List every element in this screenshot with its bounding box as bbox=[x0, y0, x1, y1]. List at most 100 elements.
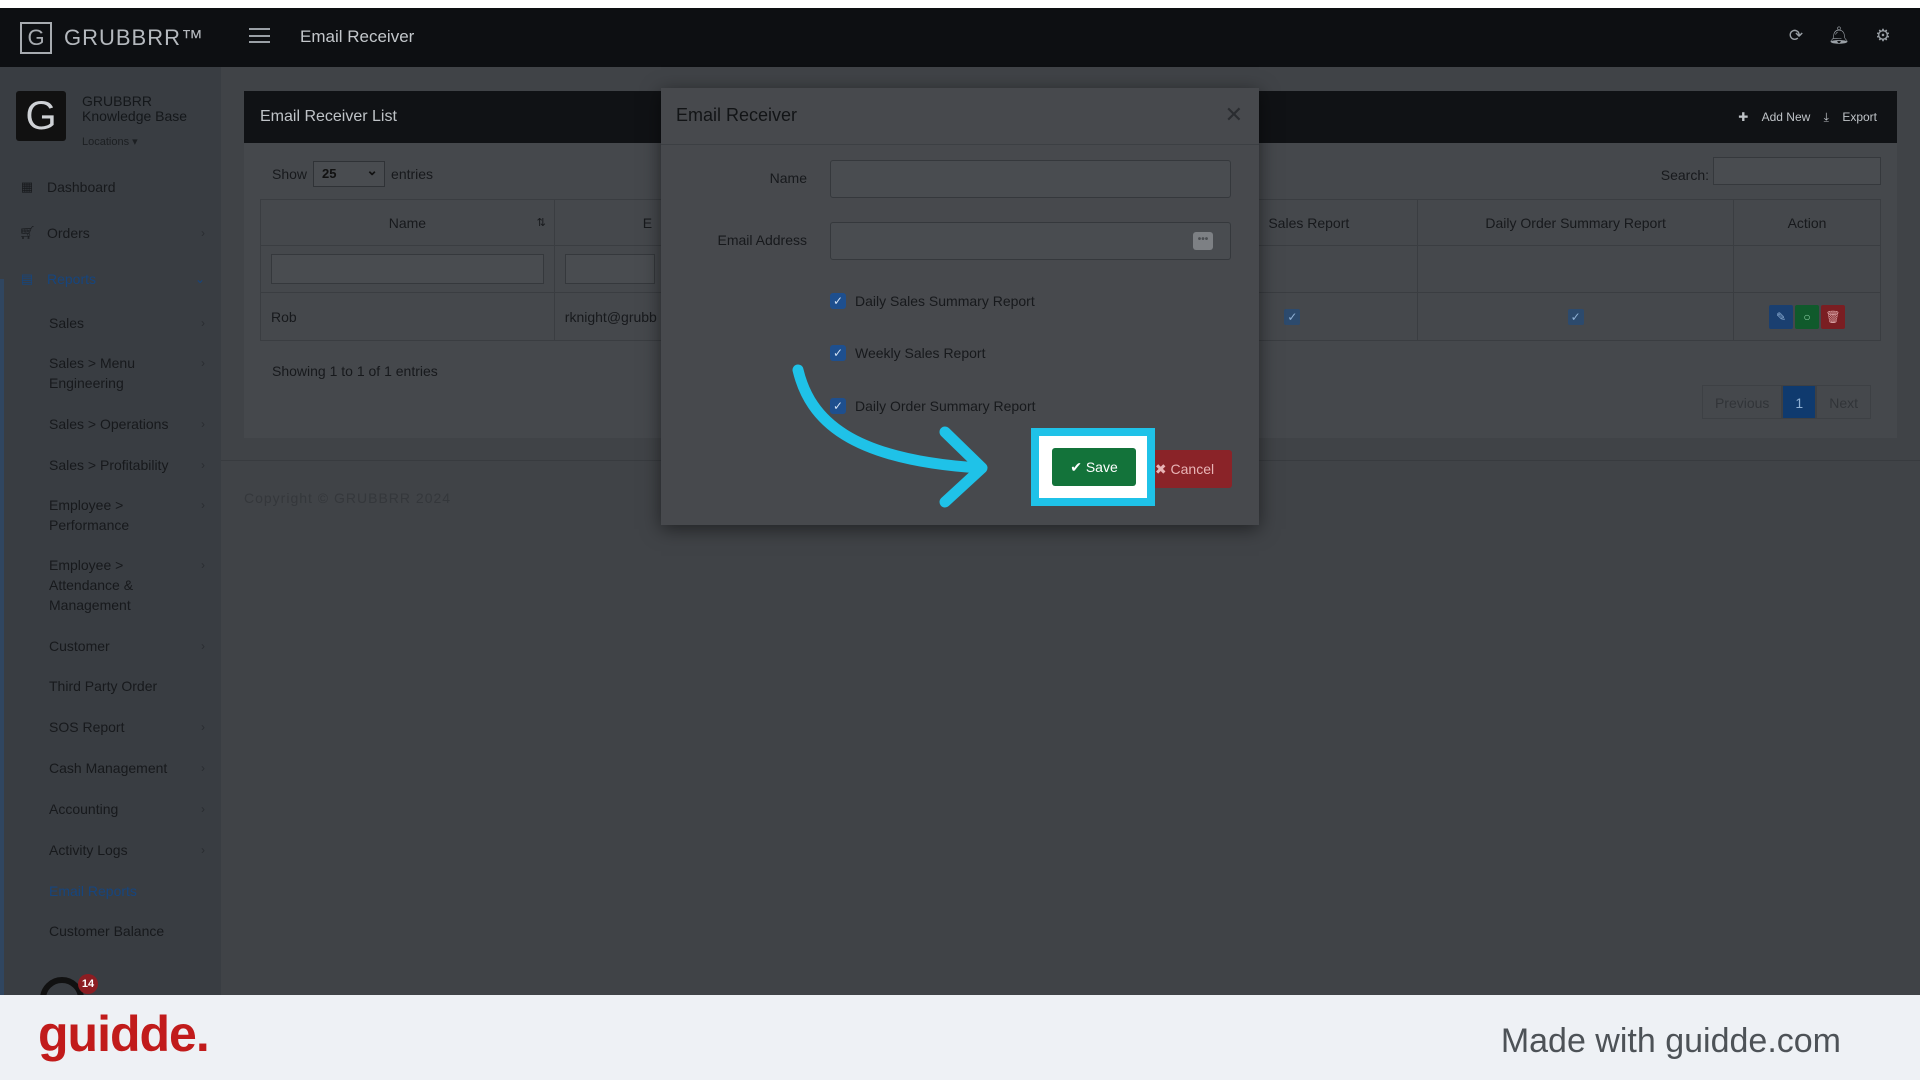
sidebar-item-label: Customer Balance bbox=[49, 923, 165, 939]
column-header-name[interactable]: Name ⇅ bbox=[260, 199, 555, 246]
gear-icon[interactable]: ⚙ bbox=[1872, 25, 1894, 47]
column-header-daily-order-summary[interactable]: Daily Order Summary Report bbox=[1417, 199, 1735, 246]
email-label: Email Address bbox=[717, 232, 807, 248]
chevron-right-icon: › bbox=[201, 356, 205, 370]
pointer-arrow-icon bbox=[792, 364, 988, 508]
export-button[interactable]: ⤓ Export bbox=[1824, 110, 1877, 124]
sidebar-item-customer[interactable]: Customer › bbox=[0, 636, 221, 656]
sidebar-item-label: SOS Report bbox=[49, 719, 125, 735]
chevron-right-icon: › bbox=[201, 843, 205, 857]
column-header-sales-report[interactable]: Sales Report bbox=[1253, 199, 1419, 246]
menu-toggle-icon[interactable] bbox=[249, 28, 270, 43]
sidebar-item-sales[interactable]: Sales › bbox=[0, 313, 221, 333]
close-icon[interactable]: ✕ bbox=[1225, 102, 1243, 128]
chevron-right-icon: › bbox=[201, 720, 205, 734]
checkbox-label: Daily Sales Summary Report bbox=[855, 293, 1035, 309]
refresh-row-button[interactable]: ○ bbox=[1795, 304, 1820, 329]
cart-icon: 🛒︎ bbox=[19, 225, 36, 240]
sidebar-item-label: Customer bbox=[49, 638, 110, 654]
sidebar-item-label: Sales > Profitability bbox=[49, 457, 169, 473]
brand-name: GRUBBRR™ bbox=[64, 24, 205, 50]
sidebar-item-employee-performance[interactable]: Employee > Performance › bbox=[0, 495, 221, 535]
panel-title: Email Receiver List bbox=[260, 108, 397, 125]
sidebar-item-label: Sales > Menu Engineering bbox=[49, 355, 135, 391]
sidebar-item-label: Third Party Order bbox=[49, 678, 158, 694]
copyright: Copyright © GRUBBRR 2024 bbox=[244, 490, 452, 506]
add-new-button[interactable]: ✚ Add New bbox=[1738, 110, 1810, 124]
weekly-sales-checkbox-row[interactable]: ✓ Weekly Sales Report bbox=[830, 345, 985, 361]
sidebar-item-dashboard[interactable]: ▦ Dashboard bbox=[0, 177, 221, 197]
modal-title: Email Receiver bbox=[676, 105, 798, 125]
sidebar-nav: ▦ Dashboard 🛒︎ Orders › ▤ Reports ⌄ Sale… bbox=[0, 177, 221, 941]
bell-icon[interactable]: 🔔︎ bbox=[1828, 25, 1850, 47]
cell-name: Rob bbox=[260, 292, 555, 341]
report-icon: ▤ bbox=[20, 271, 34, 286]
search-input[interactable] bbox=[1713, 157, 1881, 185]
daily-sales-summary-checkbox-row[interactable]: ✓ Daily Sales Summary Report bbox=[830, 293, 1035, 309]
page-size-select[interactable]: 25 bbox=[313, 161, 386, 187]
checkbox-label: Weekly Sales Report bbox=[855, 345, 986, 361]
sidebar-item-label: Employee > Performance bbox=[49, 497, 130, 533]
name-filter-input[interactable] bbox=[271, 254, 544, 284]
sidebar-item-customer-balance[interactable]: Customer Balance bbox=[0, 921, 221, 941]
checkbox-checked-icon[interactable]: ✓ bbox=[830, 345, 846, 361]
sales-report-checkbox: ✓ bbox=[1284, 309, 1301, 325]
sidebar-item-reports[interactable]: ▤ Reports ⌄ bbox=[0, 269, 221, 289]
brand-logo[interactable]: G GRUBBRR™ bbox=[0, 8, 221, 67]
sidebar-item-label: Activity Logs bbox=[49, 842, 128, 858]
chevron-right-icon: › bbox=[201, 639, 205, 653]
chevron-right-icon: › bbox=[201, 761, 205, 775]
profile-name: GRUBBRR Knowledge Base bbox=[82, 93, 188, 124]
sidebar-item-employee-attendance[interactable]: Employee > Attendance & Management › bbox=[0, 555, 221, 615]
top-header: G GRUBBRR™ Email Receiver ⟳ 🔔︎ ⚙ bbox=[0, 8, 1920, 67]
pagination: Previous 1 Next bbox=[1701, 385, 1871, 419]
sidebar-item-label: Reports bbox=[47, 271, 97, 287]
sidebar-item-label: Email Reports bbox=[49, 883, 137, 899]
email-field[interactable] bbox=[830, 222, 1231, 260]
page-title: Email Receiver bbox=[300, 27, 415, 46]
chevron-down-icon: ⌄ bbox=[194, 272, 205, 286]
previous-page-button[interactable]: Previous bbox=[1701, 385, 1783, 419]
sort-icon[interactable]: ⇅ bbox=[537, 216, 546, 229]
checkbox-checked-icon[interactable]: ✓ bbox=[830, 293, 846, 309]
guidde-logo: guidde. bbox=[38, 1006, 210, 1062]
sidebar-item-profitability[interactable]: Sales > Profitability › bbox=[0, 455, 221, 475]
notification-badge: 14 bbox=[78, 974, 98, 994]
save-button[interactable]: ✔ Save bbox=[1052, 448, 1136, 486]
sidebar-item-email-reports[interactable]: Email Reports bbox=[0, 881, 221, 901]
show-label: Show bbox=[272, 166, 308, 182]
search-label: Search: bbox=[1660, 167, 1709, 183]
top-strip bbox=[0, 0, 1920, 8]
sidebar-item-cash-management[interactable]: Cash Management › bbox=[0, 758, 221, 778]
delete-button[interactable]: 🗑︎ bbox=[1821, 304, 1846, 329]
page-1-button[interactable]: 1 bbox=[1782, 385, 1817, 419]
next-page-button[interactable]: Next bbox=[1816, 385, 1871, 419]
daily-order-summary-checkbox: ✓ bbox=[1567, 309, 1584, 325]
name-label: Name bbox=[769, 170, 807, 186]
sidebar-item-orders[interactable]: 🛒︎ Orders › bbox=[0, 223, 221, 243]
modal-header: Email Receiver ✕ bbox=[661, 88, 1259, 145]
sidebar-item-activity-logs[interactable]: Activity Logs › bbox=[0, 840, 221, 860]
sidebar-item-accounting[interactable]: Accounting › bbox=[0, 799, 221, 819]
sidebar-item-third-party-order[interactable]: Third Party Order bbox=[0, 676, 221, 696]
sidebar-item-label: Cash Management bbox=[49, 760, 168, 776]
edit-button[interactable]: ✎ bbox=[1769, 304, 1794, 329]
table-info: Showing 1 to 1 of 1 entries bbox=[272, 363, 438, 379]
sidebar: G GRUBBRR Knowledge Base Locations ▾ ▦ D… bbox=[0, 67, 221, 995]
sidebar-item-sos-report[interactable]: SOS Report › bbox=[0, 717, 221, 737]
chevron-right-icon: › bbox=[201, 558, 205, 572]
page-size-control: Show 25 entries bbox=[272, 161, 433, 187]
name-field[interactable] bbox=[830, 160, 1231, 198]
sidebar-item-label: Employee > Attendance & Management bbox=[49, 557, 134, 613]
guidde-footer: guidde. Made with guidde.com bbox=[0, 995, 1920, 1080]
chevron-right-icon: › bbox=[201, 802, 205, 816]
sidebar-item-operations[interactable]: Sales > Operations › bbox=[0, 414, 221, 434]
locations-dropdown[interactable]: Locations ▾ bbox=[82, 135, 138, 148]
refresh-icon[interactable]: ⟳ bbox=[1785, 25, 1807, 47]
autofill-icon[interactable]: ••• bbox=[1193, 232, 1213, 250]
email-filter-input[interactable] bbox=[564, 254, 655, 284]
sidebar-item-menu-engineering[interactable]: Sales > Menu Engineering › bbox=[0, 353, 221, 393]
chevron-right-icon: › bbox=[201, 316, 205, 330]
column-header-action: Action bbox=[1733, 199, 1881, 246]
profile-block: G GRUBBRR Knowledge Base Locations ▾ bbox=[0, 67, 221, 167]
